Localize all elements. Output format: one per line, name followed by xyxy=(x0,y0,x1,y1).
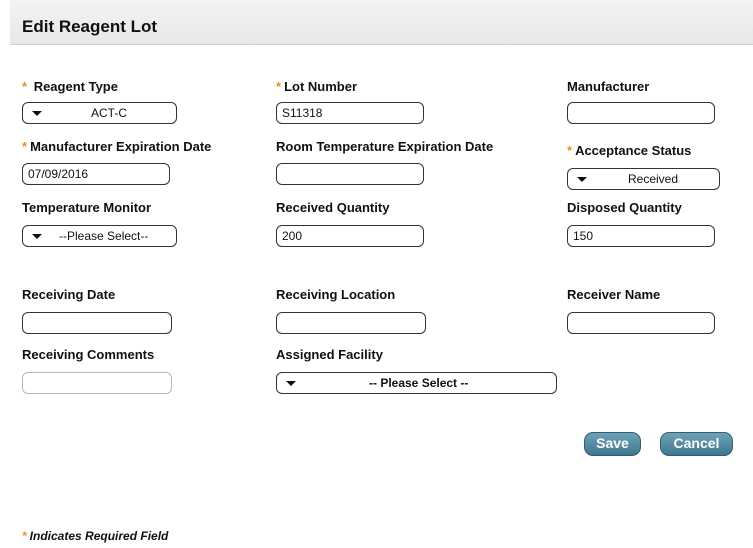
receiving-date-label: Receiving Date xyxy=(22,287,116,302)
received-quantity-label: Received Quantity xyxy=(276,200,390,215)
chevron-down-icon xyxy=(32,111,42,116)
required-field-footnote: * Indicates Required Field xyxy=(22,529,169,543)
manufacturer-field[interactable] xyxy=(567,102,715,124)
acceptance-status-value: Received xyxy=(628,172,679,186)
reagent-type-label: * Reagent Type xyxy=(22,79,118,94)
receiver-name-label: Receiver Name xyxy=(567,287,661,302)
required-marker: * xyxy=(276,79,282,94)
disposed-quantity-field[interactable]: 150 xyxy=(567,225,715,247)
room-temp-exp-date-field[interactable] xyxy=(276,163,424,185)
receiver-name-field[interactable] xyxy=(567,312,715,334)
assigned-facility-value: -- Please Select -- xyxy=(369,376,469,390)
required-marker: * xyxy=(567,143,573,158)
lot-number-field[interactable]: S11318 xyxy=(276,102,424,124)
receiving-comments-field[interactable] xyxy=(22,372,172,394)
chevron-down-icon xyxy=(286,381,296,386)
chevron-down-icon xyxy=(32,234,42,239)
room-temp-exp-date-label: Room Temperature Expiration Date xyxy=(276,139,494,154)
mfr-exp-date-label: * Manufacturer Expiration Date xyxy=(22,139,212,154)
temperature-monitor-select[interactable]: --Please Select-- xyxy=(22,225,177,247)
temperature-monitor-label: Temperature Monitor xyxy=(22,200,152,215)
disposed-quantity-label: Disposed Quantity xyxy=(567,200,682,215)
lot-number-label: * Lot Number xyxy=(276,79,358,94)
receiving-location-field[interactable] xyxy=(276,312,426,334)
reagent-type-value: ACT-C xyxy=(91,106,127,120)
acceptance-status-label: * Acceptance Status xyxy=(567,143,692,158)
cancel-button[interactable]: Cancel xyxy=(660,432,733,456)
temperature-monitor-value: --Please Select-- xyxy=(59,229,149,243)
page-title: Edit Reagent Lot xyxy=(22,17,158,36)
save-button[interactable]: Save xyxy=(584,432,641,456)
manufacturer-label: Manufacturer xyxy=(567,79,650,94)
receiving-location-label: Receiving Location xyxy=(276,287,396,302)
assigned-facility-select[interactable]: -- Please Select -- xyxy=(276,372,557,394)
reagent-type-select[interactable]: ACT-C xyxy=(22,102,177,124)
receiving-date-field[interactable] xyxy=(22,312,172,334)
required-marker: * xyxy=(22,529,27,543)
acceptance-status-select[interactable]: Received xyxy=(567,168,720,190)
receiving-comments-label: Receiving Comments xyxy=(22,347,155,362)
required-marker: * xyxy=(22,79,28,94)
assigned-facility-label: Assigned Facility xyxy=(276,347,383,362)
chevron-down-icon xyxy=(577,177,587,182)
required-marker: * xyxy=(22,139,28,154)
received-quantity-field[interactable]: 200 xyxy=(276,225,424,247)
mfr-exp-date-field[interactable]: 07/09/2016 xyxy=(22,163,170,185)
